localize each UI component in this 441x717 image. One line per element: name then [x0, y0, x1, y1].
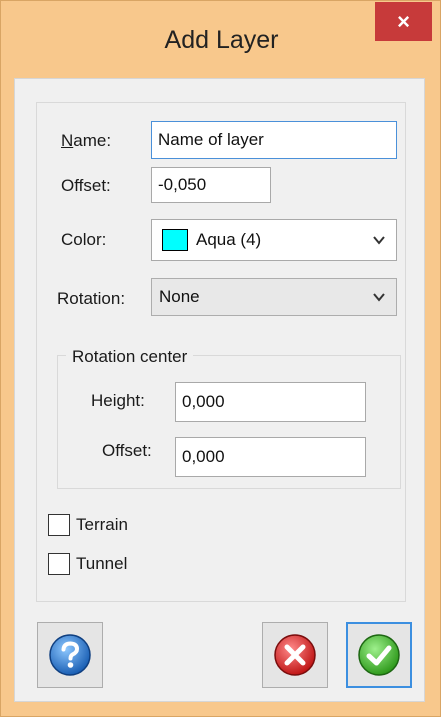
ok-icon: [358, 634, 400, 676]
color-dropdown[interactable]: Aqua (4): [151, 219, 397, 261]
tunnel-label: Tunnel: [76, 554, 128, 573]
ok-button[interactable]: [346, 622, 412, 688]
offset-label: Offset:: [61, 176, 111, 195]
height-input[interactable]: 0,000: [175, 382, 366, 422]
offset-input-value: -0,050: [158, 175, 207, 194]
close-icon: ×: [397, 8, 410, 34]
terrain-checkbox[interactable]: [48, 514, 70, 536]
height-label: Height:: [91, 391, 145, 410]
tunnel-checkbox[interactable]: [48, 553, 70, 575]
color-swatch: [162, 229, 188, 251]
name-label: Name:: [61, 131, 112, 150]
chevron-down-icon: [373, 236, 385, 245]
terrain-label: Terrain: [76, 515, 128, 534]
color-label: Color:: [61, 230, 107, 249]
name-input-value: Name of layer: [158, 130, 264, 149]
offset-input[interactable]: -0,050: [151, 167, 271, 203]
center-offset-label: Offset:: [102, 441, 152, 460]
rotation-dropdown[interactable]: None: [151, 278, 397, 316]
cancel-icon: [274, 634, 316, 676]
help-button[interactable]: [37, 622, 103, 688]
color-dropdown-value: Aqua (4): [196, 230, 262, 249]
center-offset-input-value: 0,000: [182, 447, 225, 466]
rotation-dropdown-value: None: [159, 287, 200, 306]
name-input[interactable]: Name of layer: [151, 121, 397, 159]
close-button[interactable]: ×: [375, 2, 432, 41]
center-offset-input[interactable]: 0,000: [175, 437, 366, 477]
chevron-down-icon: [373, 293, 385, 302]
rotation-label: Rotation:: [57, 289, 126, 308]
height-input-value: 0,000: [182, 392, 225, 411]
rotation-center-legend: Rotation center: [66, 347, 194, 367]
help-icon: [49, 634, 91, 676]
cancel-button[interactable]: [262, 622, 328, 688]
